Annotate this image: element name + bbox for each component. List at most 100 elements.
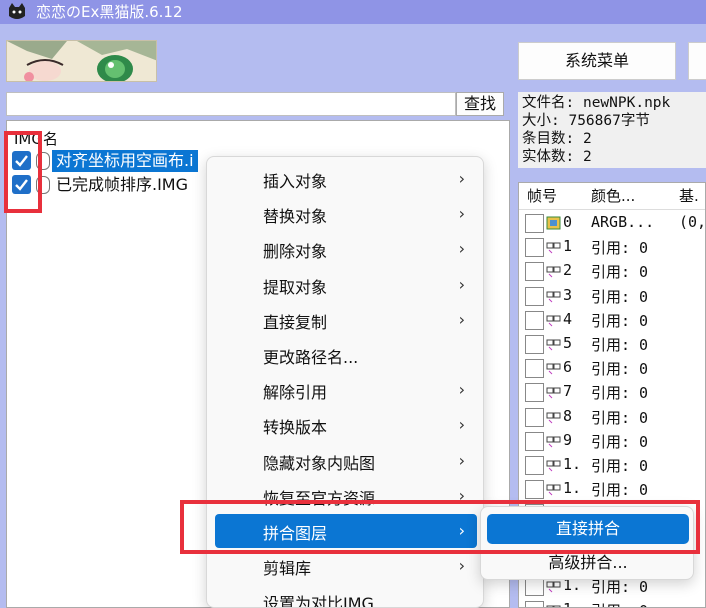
entry-count-text: 条目数: 2 (522, 131, 592, 147)
menu-item-label: 设置为对比IMG (263, 594, 374, 608)
list-item-label: 对齐坐标用空画布.i (52, 150, 198, 172)
frame-index: 5 (563, 334, 573, 352)
checkbox[interactable] (525, 601, 544, 607)
frame-icon (546, 436, 561, 448)
frame-icon (546, 581, 561, 593)
frame-value: 引用: 0 (591, 239, 649, 258)
menu-item[interactable]: 提取对象 › (215, 268, 477, 302)
frame-icon (546, 412, 561, 423)
column-header-frame[interactable]: 帧号 (527, 183, 557, 209)
chevron-right-icon: › (458, 556, 465, 576)
menu-item-label: 隐藏对象内贴图 (263, 453, 376, 473)
menu-item[interactable]: 转换版本 › (215, 408, 477, 442)
frame-icon (546, 605, 561, 607)
frame-index: 4 (563, 309, 573, 328)
frame-value: 引用: 0 (591, 481, 649, 500)
frame-icon (546, 315, 561, 327)
frame-value: 引用: 0 (591, 384, 649, 403)
chevron-right-icon: › (458, 380, 465, 400)
frame-icon (546, 387, 561, 399)
menu-item-label: 剪辑库 (263, 559, 312, 579)
checkbox[interactable] (525, 431, 544, 451)
menu-item[interactable]: 删除对象 › (215, 232, 477, 266)
entity-count-text: 实体数: 2 (522, 149, 592, 165)
list-item-label: 已完成帧排序.IMG (56, 175, 189, 194)
checkbox[interactable] (525, 383, 544, 403)
frame-value: 引用: 0 (591, 432, 649, 451)
chevron-right-icon: › (458, 239, 465, 259)
chevron-right-icon: › (458, 415, 465, 435)
menu-item[interactable]: 更改路径名... (215, 338, 477, 372)
frame-value: 引用: 0 (591, 600, 648, 607)
table-row[interactable]: 1 引用: 0 (519, 235, 705, 259)
checkbox[interactable] (525, 286, 544, 306)
table-row[interactable]: 6 引用: 0 (519, 356, 705, 380)
frame-value: 引用: 0 (591, 311, 649, 330)
menu-item-label: 删除对象 (263, 242, 328, 262)
frame-value: ARGB... (591, 213, 655, 231)
menu-item[interactable]: 解除引用 › (215, 373, 477, 407)
chevron-right-icon: › (458, 309, 465, 329)
checkbox[interactable] (525, 359, 544, 379)
menu-item-label: 解除引用 (263, 383, 328, 403)
chevron-right-icon: › (458, 274, 465, 294)
frame-index: 1. (563, 479, 582, 498)
title-bar: 恋恋のEx黑猫版.6.12 (0, 0, 706, 24)
frame-value: 引用: 0 (591, 457, 649, 475)
frame-value: 引用: 0 (591, 336, 649, 354)
checkbox[interactable] (525, 238, 544, 258)
menu-item[interactable]: 剪辑库 › (215, 549, 477, 583)
table-row[interactable]: 2 引用: 0 (519, 259, 705, 283)
column-header-base[interactable]: 基. (679, 183, 699, 209)
frame-index: 6 (563, 358, 573, 377)
menu-item[interactable]: 替换对象 › (215, 197, 477, 231)
search-button[interactable]: 查找 (456, 92, 504, 116)
table-row[interactable]: 7 引用: 0 (519, 380, 705, 404)
menu-item-label: 转换版本 (263, 418, 328, 438)
menu-item[interactable]: 设置为对比IMG (215, 584, 477, 608)
frame-icon (546, 242, 561, 254)
checkbox[interactable] (525, 335, 544, 354)
frame-value: 引用: 0 (591, 263, 649, 282)
checkbox[interactable] (525, 262, 544, 282)
checkbox[interactable] (525, 456, 544, 475)
menu-item-label: 提取对象 (263, 277, 328, 297)
frame-index: 1 (563, 237, 573, 256)
frame-icon (546, 216, 561, 230)
frame-icon (546, 460, 561, 472)
frame-value: 引用: 0 (591, 408, 649, 427)
table-row[interactable]: 0 ARGB... (0, (519, 211, 706, 235)
checkbox[interactable] (525, 480, 544, 500)
annotation-box (180, 500, 700, 554)
frame-icon (546, 291, 561, 302)
checkbox[interactable] (525, 214, 544, 233)
window-title: 恋恋のEx黑猫版.6.12 (36, 3, 183, 21)
chevron-right-icon: › (458, 450, 465, 470)
table-row[interactable]: 1. 引用: 0 (519, 477, 705, 501)
chevron-right-icon: › (458, 169, 465, 188)
table-row[interactable]: 4 引用: 0 (519, 308, 705, 332)
frame-index: 3 (563, 285, 573, 304)
frame-value: 引用: 0 (591, 287, 649, 306)
system-menu-button[interactable]: 系统菜单 (518, 42, 676, 80)
annotation-box (4, 131, 42, 213)
table-row[interactable]: 9 引用: 0 (519, 429, 705, 453)
checkbox[interactable] (525, 407, 544, 427)
banner-image (6, 40, 157, 82)
search-input[interactable] (6, 92, 456, 116)
frame-index: 7 (563, 382, 573, 401)
table-row[interactable]: 1. 引用: 0 (519, 598, 705, 607)
column-header-color[interactable]: 颜色... (591, 183, 635, 209)
file-size-text: 大小: 756867字节 (522, 113, 650, 129)
table-row[interactable]: 1. 引用: 0 (519, 453, 705, 477)
menu-item[interactable]: 隐藏对象内贴图 › (215, 444, 477, 478)
checkbox[interactable] (525, 310, 544, 330)
menu-item[interactable]: 直接复制 › (215, 303, 477, 337)
anime-character-icon (7, 41, 156, 81)
toolbar-button[interactable] (688, 42, 706, 80)
table-row[interactable]: 8 引用: 0 (519, 405, 705, 429)
frame-extra: (0, (679, 213, 706, 231)
menu-item[interactable]: 插入对象 › (215, 162, 477, 196)
table-row[interactable]: 5 引用: 0 (519, 332, 705, 356)
table-row[interactable]: 3 引用: 0 (519, 284, 705, 308)
